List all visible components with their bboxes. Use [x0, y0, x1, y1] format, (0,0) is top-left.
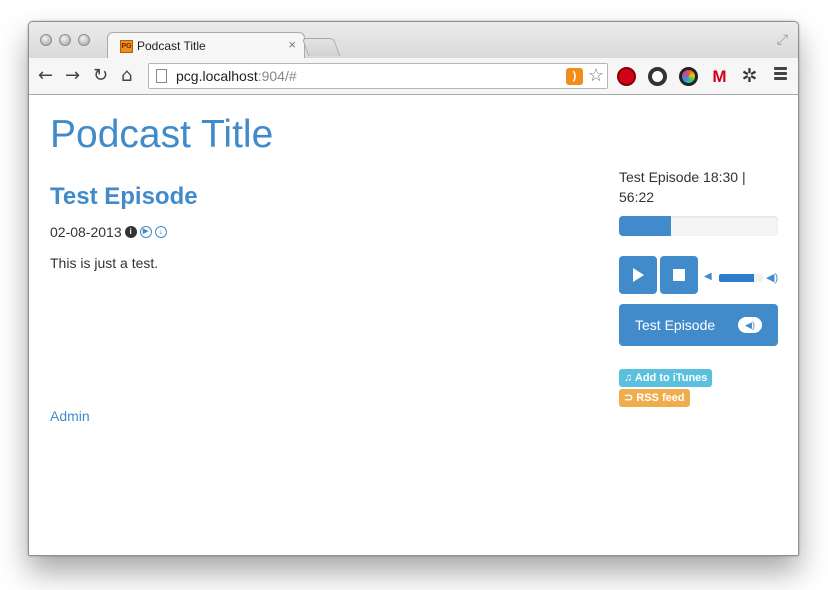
url-text: pcg.localhost:904/# [176, 68, 297, 84]
add-to-itunes-badge[interactable]: ♫ Add to iTunes [619, 369, 713, 387]
rss-feed-badge[interactable]: ⊃ RSS feed [619, 389, 690, 407]
browser-window: PG Podcast Title × ⤢ ← → ↻ ⌂ pcg.localho… [28, 21, 799, 556]
tab-title: Podcast Title [137, 39, 206, 53]
browser-tab[interactable]: PG Podcast Title × [107, 32, 305, 58]
volume-high-icon[interactable]: ◀) [766, 271, 778, 284]
stop-button[interactable] [660, 256, 698, 294]
fullscreen-icon[interactable]: ⤢ [777, 31, 788, 48]
volume-slider[interactable] [719, 274, 763, 282]
settings-gear-icon[interactable]: ✲ [740, 67, 759, 86]
now-playing-text: Test Episode 18:30 | 56:22 [619, 169, 746, 205]
progress-fill [619, 216, 672, 236]
playback-progress-bar[interactable] [619, 216, 778, 236]
episode-date: 02-08-2013 [50, 224, 122, 240]
volume-fill [719, 274, 755, 282]
stop-icon [673, 269, 685, 281]
download-circle-icon[interactable]: ↓ [154, 226, 167, 238]
favicon-icon: PG [120, 40, 133, 53]
page-icon [156, 69, 167, 83]
admin-link[interactable]: Admin [50, 408, 90, 424]
rss-icon[interactable]: ) [566, 68, 583, 85]
play-icon [633, 268, 644, 282]
tab-close-icon[interactable]: × [288, 37, 296, 52]
title-bar: PG Podcast Title × ⤢ [29, 22, 798, 58]
play-button[interactable] [619, 256, 657, 294]
home-icon[interactable]: ⌂ [121, 66, 132, 86]
episode-description: This is just a test. [50, 255, 159, 271]
adblock-icon[interactable] [617, 67, 636, 86]
play-circle-icon[interactable]: ▶ [139, 226, 152, 238]
color-picker-icon[interactable] [679, 67, 698, 86]
reload-icon[interactable]: ↻ [93, 66, 108, 86]
speaker-icon: ◀) [738, 317, 762, 333]
site-title: Podcast Title [50, 113, 274, 156]
menu-icon[interactable] [774, 67, 787, 82]
episode-button-label: Test Episode [635, 317, 716, 333]
close-window-button[interactable] [40, 34, 52, 46]
back-arrow-icon[interactable]: ← [38, 66, 53, 86]
episode-select-button[interactable]: Test Episode ◀) [619, 304, 778, 346]
volume-low-icon[interactable]: ◀ [704, 271, 712, 282]
address-bar[interactable]: pcg.localhost:904/# ) ☆ [148, 63, 608, 89]
zoom-window-button[interactable] [78, 34, 90, 46]
episode-meta: 02-08-2013 i ▶ ↓ [50, 224, 167, 240]
extension-gear-icon[interactable] [648, 67, 667, 86]
browser-toolbar: ← → ↻ ⌂ pcg.localhost:904/# ) ☆ M ✲ [29, 58, 798, 95]
minimize-window-button[interactable] [59, 34, 71, 46]
info-icon[interactable]: i [124, 226, 137, 238]
bookmark-star-icon[interactable]: ☆ [588, 65, 604, 86]
episode-title[interactable]: Test Episode [50, 183, 198, 211]
new-tab-button[interactable] [301, 38, 341, 56]
page-content: Podcast Title Test Episode 02-08-2013 i … [29, 96, 798, 555]
forward-arrow-icon[interactable]: → [65, 66, 80, 86]
gmail-icon[interactable]: M [710, 67, 729, 86]
